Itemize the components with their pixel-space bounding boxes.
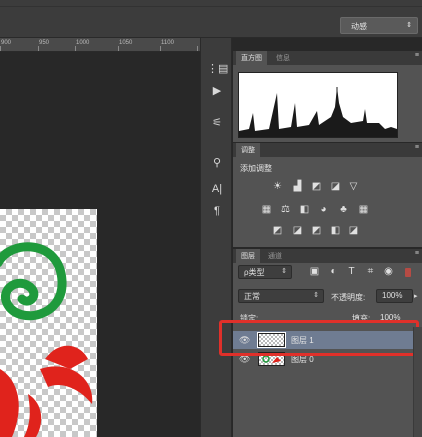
opacity-dropdown-icon[interactable]: ▸ bbox=[414, 292, 418, 300]
annotation-highlight-box bbox=[219, 320, 419, 356]
curves-icon[interactable]: ◩ bbox=[310, 181, 323, 193]
panel-dock-toolstrip: ⋮▤ ▶ ⚟ ⚲ A| ¶ bbox=[200, 38, 232, 437]
document-canvas[interactable] bbox=[0, 209, 97, 437]
selective-color-icon[interactable]: ◪ bbox=[347, 225, 360, 237]
adjustments-panel: 添加调整 ☀ ▟ ◩ ◪ ▽ ▦ ⚖ ◧ ◕ ♣ ▦ ◩ ◪ ◩ ◧ ◪ bbox=[233, 157, 422, 247]
options-bar-divider bbox=[0, 6, 422, 7]
adjust-properties-icon[interactable]: ⚟ bbox=[207, 114, 227, 132]
artwork-image bbox=[0, 242, 93, 437]
paragraph-panel-icon[interactable]: ¶ bbox=[207, 202, 227, 220]
ruler-tick-label: 1000 bbox=[76, 40, 90, 46]
histogram-graph bbox=[238, 72, 398, 138]
channel-mixer-icon[interactable]: ♣ bbox=[337, 204, 350, 216]
chevron-down-icon: ⇕ bbox=[281, 268, 287, 275]
character-panel-icon[interactable]: A| bbox=[207, 180, 227, 198]
blend-mode-select[interactable]: 正常 ⇕ bbox=[238, 289, 324, 303]
workspace-dropdown-icon: ⇕ bbox=[406, 22, 412, 29]
smart-object-filter-icon[interactable]: ◉ bbox=[382, 266, 395, 278]
ruler-tick-label: 900 bbox=[1, 40, 12, 46]
gradient-map-icon[interactable]: ◧ bbox=[329, 225, 342, 237]
levels-icon[interactable]: ▟ bbox=[291, 181, 304, 193]
exposure-icon[interactable]: ◪ bbox=[329, 181, 342, 193]
histogram-tabbar: 直方图 信息 ≡ bbox=[233, 51, 422, 65]
horizontal-ruler: 900 950 1000 1050 1100 bbox=[0, 38, 200, 52]
shape-filter-icon[interactable]: ⌗ bbox=[364, 266, 377, 278]
opacity-label: 不透明度: bbox=[331, 293, 366, 302]
tab-histogram[interactable]: 直方图 bbox=[236, 51, 267, 65]
color-balance-icon[interactable]: ⚖ bbox=[279, 204, 292, 216]
opacity-field[interactable]: 100% bbox=[376, 289, 413, 303]
ruler-tick-label: 1050 bbox=[119, 40, 133, 46]
adjustments-tabbar: 调整 ≡ bbox=[233, 143, 422, 157]
panel-menu-icon[interactable]: ≡ bbox=[415, 52, 419, 59]
ruler-tick-label: 1100 bbox=[161, 40, 174, 46]
black-white-icon[interactable]: ◧ bbox=[298, 204, 311, 216]
layers-scrollbar[interactable] bbox=[413, 327, 422, 437]
filter-kind-label: ρ类型 bbox=[244, 268, 265, 277]
tab-layers[interactable]: 图层 bbox=[236, 249, 260, 263]
threshold-icon[interactable]: ◩ bbox=[310, 225, 323, 237]
invert-icon[interactable]: ◩ bbox=[271, 225, 284, 237]
tab-channels[interactable]: 通道 bbox=[263, 249, 287, 263]
hue-saturation-icon[interactable]: ▦ bbox=[260, 204, 273, 216]
color-lookup-icon[interactable]: ▦ bbox=[357, 204, 370, 216]
opacity-value: 100% bbox=[382, 291, 403, 300]
posterize-icon[interactable]: ◪ bbox=[291, 225, 304, 237]
photo-filter-icon[interactable]: ◕ bbox=[317, 204, 330, 216]
options-bar: 动感 ⇕ bbox=[0, 0, 422, 38]
play-actions-icon[interactable]: ▶ bbox=[207, 82, 227, 100]
brightness-icon[interactable]: ☀ bbox=[271, 181, 284, 193]
layer-filter-kind-select[interactable]: ρ类型 ⇕ bbox=[238, 265, 292, 279]
filter-toggle-icon[interactable] bbox=[405, 268, 411, 277]
tab-info[interactable]: 信息 bbox=[271, 51, 295, 65]
workspace-switcher[interactable]: 动感 ⇕ bbox=[340, 17, 418, 34]
type-filter-icon[interactable]: T bbox=[345, 266, 358, 278]
layers-tabbar: 图层 通道 ≡ bbox=[233, 249, 422, 263]
vibrance-icon[interactable]: ▽ bbox=[347, 181, 360, 193]
chevron-down-icon: ⇕ bbox=[313, 292, 319, 299]
adjustment-filter-icon[interactable]: ◐ bbox=[327, 266, 340, 278]
panel-menu-icon[interactable]: ≡ bbox=[415, 250, 419, 257]
brush-tool-icon[interactable]: ⚲ bbox=[207, 154, 227, 172]
pixel-filter-icon[interactable]: ▣ bbox=[308, 266, 321, 278]
panel-menu-icon[interactable]: ≡ bbox=[415, 144, 419, 151]
history-tool-icon[interactable]: ⋮▤ bbox=[207, 60, 228, 78]
ruler-tick-label: 950 bbox=[39, 40, 50, 46]
workspace-label: 动感 bbox=[351, 22, 367, 31]
tab-adjustments[interactable]: 调整 bbox=[236, 143, 260, 157]
add-adjustment-title: 添加调整 bbox=[240, 164, 272, 173]
blend-mode-value: 正常 bbox=[244, 292, 260, 301]
